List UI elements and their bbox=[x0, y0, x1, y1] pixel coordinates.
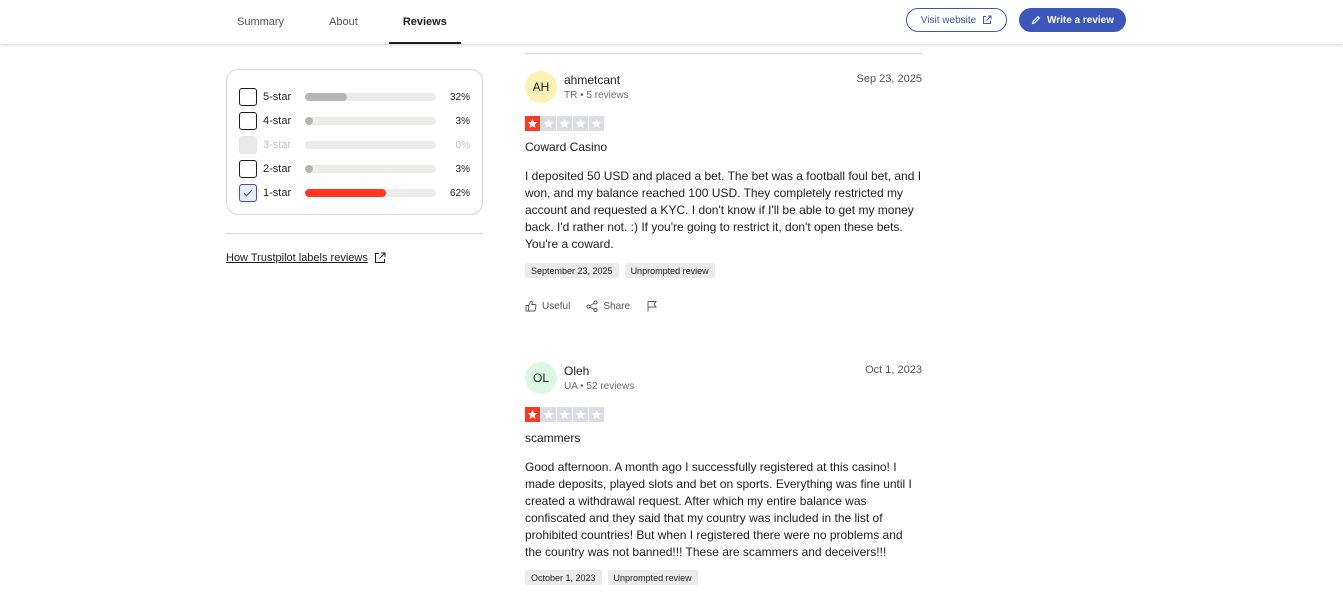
review-title[interactable]: scammers bbox=[525, 431, 580, 445]
visit-website-label: Visit website bbox=[920, 14, 977, 26]
filter-row-2-star[interactable]: 2-star 3% bbox=[239, 157, 470, 181]
percentage-bar bbox=[304, 93, 437, 101]
filter-percent: 32% bbox=[449, 91, 470, 103]
filter-label: 1-star bbox=[263, 187, 292, 199]
avatar[interactable]: AH bbox=[525, 71, 557, 103]
review-chips: September 23, 2025 Unprompted review bbox=[525, 263, 715, 278]
star-filled-icon bbox=[525, 116, 540, 131]
share-icon bbox=[586, 300, 598, 312]
flag-icon bbox=[647, 301, 657, 312]
reviewer-name[interactable]: Oleh bbox=[564, 364, 589, 378]
useful-button[interactable]: Useful bbox=[525, 300, 570, 312]
star-rating bbox=[525, 116, 604, 131]
external-link-icon bbox=[982, 15, 992, 25]
write-review-label: Write a review bbox=[1046, 14, 1115, 26]
checkbox[interactable] bbox=[239, 160, 257, 178]
percentage-bar-fill bbox=[304, 189, 387, 197]
filter-row-1-star[interactable]: 1-star 62% bbox=[239, 181, 470, 205]
top-nav-bar: Summary About Reviews Visit website Writ… bbox=[0, 0, 1343, 44]
filter-label: 2-star bbox=[263, 163, 292, 175]
percentage-bar-fill bbox=[304, 117, 313, 125]
percentage-bar bbox=[304, 189, 437, 197]
star-empty-icon bbox=[589, 407, 604, 422]
filter-label: 5-star bbox=[263, 91, 292, 103]
checkmark-icon bbox=[243, 189, 253, 197]
thumbs-up-icon bbox=[525, 300, 537, 312]
review-body: I deposited 50 USD and placed a bet. The… bbox=[525, 169, 922, 251]
filter-percent: 62% bbox=[449, 187, 470, 199]
avatar[interactable]: OL bbox=[525, 362, 557, 394]
star-filled-icon bbox=[525, 407, 540, 422]
tab-reviews[interactable]: Reviews bbox=[388, 0, 461, 44]
share-button[interactable]: Share bbox=[586, 300, 630, 312]
pencil-icon bbox=[1031, 15, 1041, 25]
sidebar-divider bbox=[226, 233, 483, 234]
star-filter-panel: 5-star 32% 4-star 3% 3-star 0% 2-star 3%… bbox=[226, 69, 483, 215]
star-empty-icon bbox=[589, 116, 604, 131]
external-link-icon bbox=[374, 252, 386, 264]
section-tabs: Summary About Reviews bbox=[223, 0, 478, 44]
checkbox[interactable] bbox=[239, 88, 257, 106]
star-empty-icon bbox=[557, 407, 572, 422]
how-trustpilot-labels-link[interactable]: How Trustpilot labels reviews bbox=[226, 252, 386, 264]
checkbox[interactable] bbox=[239, 112, 257, 130]
percentage-bar-fill bbox=[304, 93, 347, 101]
percentage-bar bbox=[304, 141, 437, 149]
filter-row-3-star: 3-star 0% bbox=[239, 133, 470, 157]
unprompted-review-chip[interactable]: Unprompted review bbox=[624, 263, 715, 278]
visit-website-button[interactable]: Visit website bbox=[906, 8, 1007, 32]
filter-label: 3-star bbox=[263, 139, 292, 151]
star-empty-icon bbox=[541, 116, 556, 131]
review-actions: Useful Share bbox=[525, 300, 658, 312]
checkbox bbox=[239, 136, 257, 154]
report-button[interactable] bbox=[646, 300, 658, 312]
percentage-bar-fill bbox=[304, 165, 313, 173]
percentage-bar bbox=[304, 117, 437, 125]
reviewer-name[interactable]: ahmetcant bbox=[564, 73, 620, 87]
review-card: OL Oleh UA • 52 reviews Oct 1, 2023 scam… bbox=[525, 362, 922, 604]
filter-label: 4-star bbox=[263, 115, 292, 127]
review-date: Sep 23, 2025 bbox=[856, 73, 922, 85]
filter-percent: 0% bbox=[455, 139, 470, 151]
filter-row-4-star[interactable]: 4-star 3% bbox=[239, 109, 470, 133]
percentage-bar bbox=[304, 165, 437, 173]
star-rating bbox=[525, 407, 604, 422]
star-empty-icon bbox=[541, 407, 556, 422]
unprompted-review-chip[interactable]: Unprompted review bbox=[607, 570, 698, 585]
tab-about[interactable]: About bbox=[315, 0, 372, 44]
share-label: Share bbox=[603, 300, 631, 312]
star-empty-icon bbox=[573, 116, 588, 131]
checkbox-checked[interactable] bbox=[239, 184, 257, 202]
star-empty-icon bbox=[573, 407, 588, 422]
filter-percent: 3% bbox=[455, 163, 470, 175]
filter-percent: 3% bbox=[455, 115, 470, 127]
star-empty-icon bbox=[557, 116, 572, 131]
labels-link-text: How Trustpilot labels reviews bbox=[226, 252, 368, 264]
reviewer-meta: TR • 5 reviews bbox=[564, 90, 629, 101]
review-chips: October 1, 2023 Unprompted review bbox=[525, 570, 698, 585]
experience-date-chip: October 1, 2023 bbox=[525, 570, 602, 585]
review-card: AH ahmetcant TR • 5 reviews Sep 23, 2025… bbox=[525, 71, 922, 321]
filter-row-5-star[interactable]: 5-star 32% bbox=[239, 85, 470, 109]
reviews-top-divider bbox=[525, 53, 922, 54]
review-body: Good afternoon. A month ago I successful… bbox=[525, 460, 912, 559]
write-review-button[interactable]: Write a review bbox=[1019, 8, 1126, 32]
review-date: Oct 1, 2023 bbox=[865, 364, 922, 376]
experience-date-chip: September 23, 2025 bbox=[525, 263, 619, 278]
tab-summary[interactable]: Summary bbox=[223, 0, 298, 44]
reviewer-meta: UA • 52 reviews bbox=[564, 381, 635, 392]
review-title[interactable]: Coward Casino bbox=[525, 140, 607, 154]
useful-label: Useful bbox=[542, 300, 571, 312]
